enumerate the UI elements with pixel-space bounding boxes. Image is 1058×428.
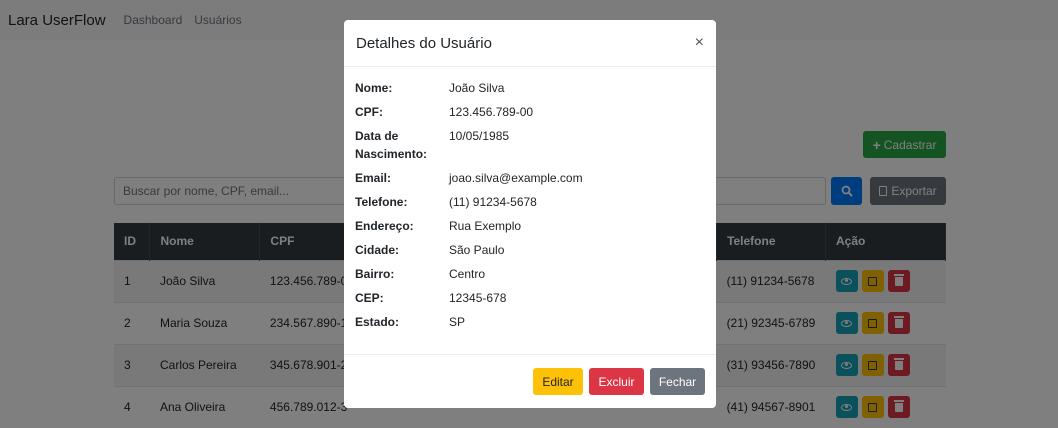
detail-label: Estado:: [355, 315, 400, 329]
detail-value: São Paulo: [449, 243, 505, 257]
detail-row-telefone: Telefone: (11) 91234-5678: [355, 193, 705, 211]
modal-footer: Editar Excluir Fechar: [344, 354, 716, 408]
detail-value: joao.silva@example.com: [449, 171, 583, 185]
detail-row-cidade: Cidade: São Paulo: [355, 241, 705, 259]
detail-label: Nome:: [355, 81, 393, 95]
detail-label: Email:: [355, 171, 392, 185]
detail-label: Telefone:: [355, 195, 408, 209]
user-details-modal: Detalhes do Usuário × Nome: João Silva CP…: [344, 20, 716, 408]
detail-label: Bairro:: [355, 267, 395, 281]
fechar-button[interactable]: Fechar: [650, 368, 705, 395]
detail-value: João Silva: [449, 81, 505, 95]
detail-value: (11) 91234-5678: [449, 195, 537, 209]
detail-label: Cidade:: [355, 243, 400, 257]
excluir-button[interactable]: Excluir: [589, 368, 644, 395]
detail-value: 123.456.789-00: [449, 105, 534, 119]
detail-value: SP: [449, 315, 466, 329]
detail-row-nome: Nome: João Silva: [355, 79, 705, 97]
detail-value: Centro: [449, 267, 486, 281]
detail-row-cpf: CPF: 123.456.789-00: [355, 103, 705, 121]
detail-row-endereco: Endereço: Rua Exemplo: [355, 217, 705, 235]
detail-row-cep: CEP: 12345-678: [355, 289, 705, 307]
modal-body: Nome: João Silva CPF: 123.456.789-00 Data …: [344, 67, 716, 331]
detail-row-nascimento: Data de Nascimento: 10/05/1985: [355, 127, 705, 163]
detail-label: CPF:: [355, 105, 383, 119]
detail-row-estado: Estado: SP: [355, 313, 705, 331]
detail-label: Endereço:: [355, 219, 414, 233]
detail-value: Rua Exemplo: [449, 219, 522, 233]
close-icon[interactable]: ×: [695, 34, 704, 52]
detail-row-bairro: Bairro: Centro: [355, 265, 705, 283]
editar-button[interactable]: Editar: [533, 368, 583, 395]
detail-value: 12345-678: [449, 291, 507, 305]
modal-header: Detalhes do Usuário ×: [344, 20, 716, 67]
detail-label: Data de Nascimento:: [355, 129, 428, 161]
detail-row-email: Email: joao.silva@example.com: [355, 169, 705, 187]
detail-value: 10/05/1985: [449, 129, 510, 143]
modal-title: Detalhes do Usuário: [356, 34, 492, 52]
detail-label: CEP:: [355, 291, 384, 305]
